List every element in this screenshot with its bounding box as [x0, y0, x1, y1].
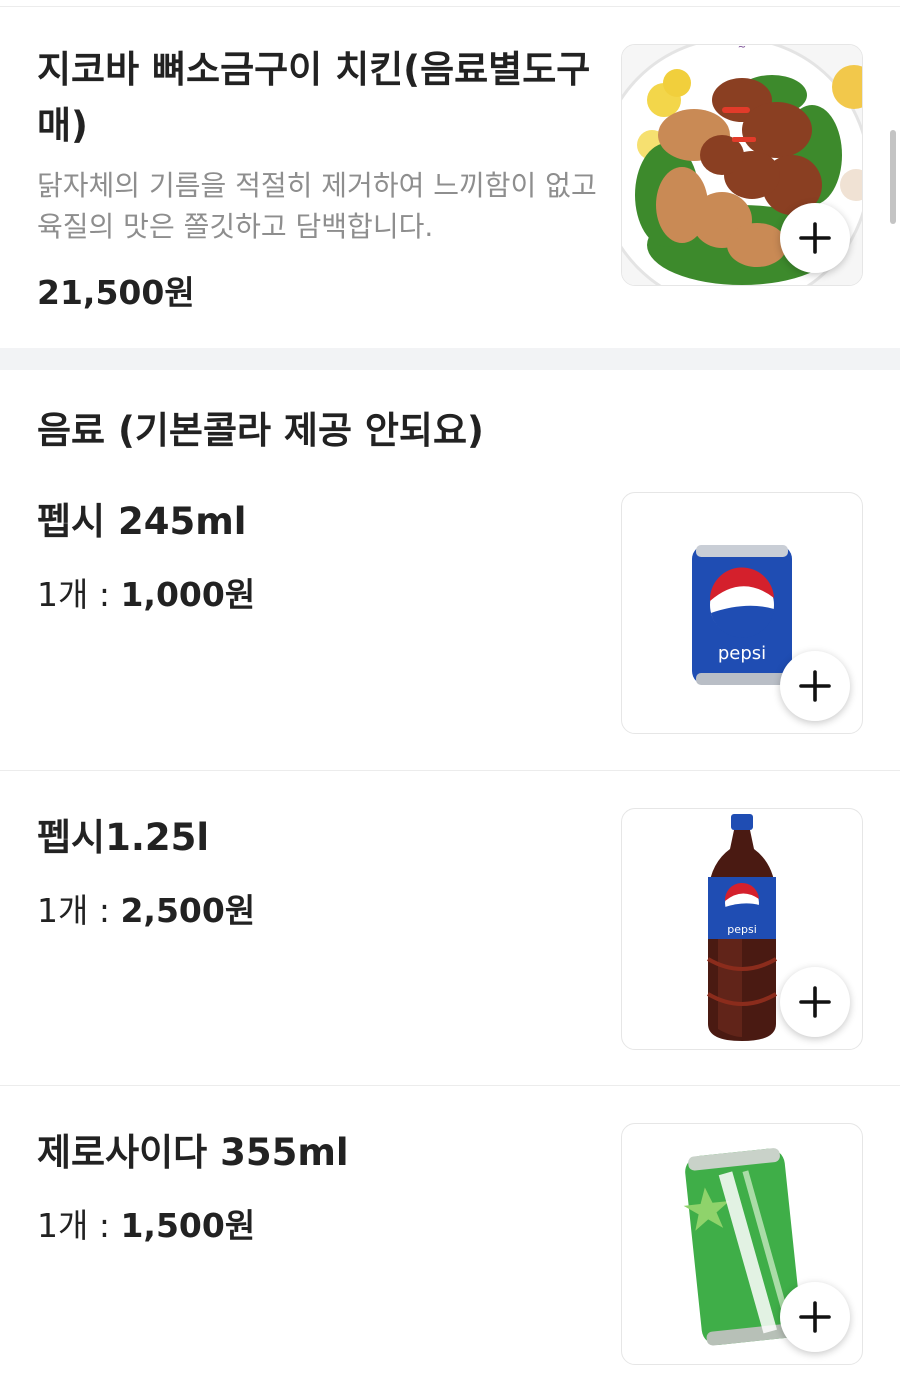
section-gap: [0, 348, 900, 370]
plus-icon: [799, 222, 831, 254]
chicken-photo-thumbnail[interactable]: ~: [621, 44, 863, 286]
plus-icon: [799, 670, 831, 702]
menu-item-chicken[interactable]: 지코바 뼈소금구이 치킨(음료별도구매) 닭자체의 기름을 적절히 제거하여 느…: [0, 0, 900, 348]
menu-item-name: 펩시 245ml: [37, 500, 247, 543]
menu-item-price: 21,500원: [37, 273, 195, 312]
menu-item-name: 제로사이다 355ml: [37, 1131, 349, 1174]
menu-item-description: 닭자체의 기름을 적절히 제거하여 느끼함이 없고 육질의 맛은 쫄깃하고 담백…: [37, 169, 597, 243]
add-to-cart-button[interactable]: [780, 1282, 850, 1352]
svg-text:pepsi: pepsi: [718, 643, 766, 664]
add-to-cart-button[interactable]: [780, 967, 850, 1037]
plus-icon: [799, 1301, 831, 1333]
cider-can-thumbnail[interactable]: [621, 1123, 863, 1365]
menu-item-price: 1,500원: [120, 1206, 256, 1245]
menu-item-pepsi-bottle[interactable]: 펩시1.25l 1개 : 2,500원 pepsi: [0, 786, 900, 1086]
pepsi-bottle-thumbnail[interactable]: pepsi: [621, 808, 863, 1050]
menu-item-price-line: 1개 : 1,000원: [37, 568, 255, 616]
quantity-label: 1개 :: [37, 575, 121, 614]
section-title-drinks: 음료 (기본콜라 제공 안되요): [37, 409, 484, 452]
pepsi-can-thumbnail[interactable]: pepsi: [621, 492, 863, 734]
menu-item-pepsi-can[interactable]: 펩시 245ml 1개 : 1,000원 pepsi: [0, 470, 900, 770]
item-divider: [0, 1085, 900, 1086]
svg-text:~: ~: [738, 45, 746, 53]
menu-item-name: 지코바 뼈소금구이 치킨(음료별도구매): [37, 48, 591, 147]
item-divider: [0, 770, 900, 771]
menu-item-zero-cider[interactable]: 제로사이다 355ml 1개 : 1,500원: [0, 1101, 900, 1395]
svg-text:pepsi: pepsi: [727, 923, 757, 936]
menu-item-name: 펩시1.25l: [37, 816, 210, 859]
menu-item-price: 2,500원: [120, 891, 256, 930]
menu-item-price-line: 1개 : 2,500원: [37, 884, 255, 932]
add-to-cart-button[interactable]: [780, 651, 850, 721]
quantity-label: 1개 :: [37, 891, 121, 930]
menu-item-price-line: 1개 : 1,500원: [37, 1199, 255, 1247]
add-to-cart-button[interactable]: [780, 203, 850, 273]
plus-icon: [799, 986, 831, 1018]
menu-item-price: 1,000원: [120, 575, 256, 614]
quantity-label: 1개 :: [37, 1206, 121, 1245]
